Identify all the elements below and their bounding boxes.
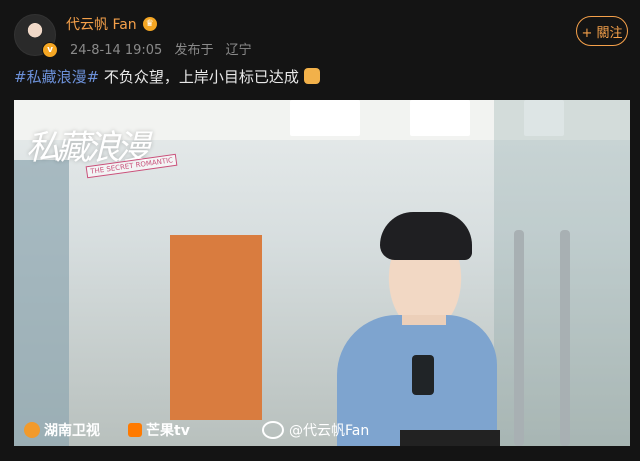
door-handle <box>514 230 524 446</box>
avatar[interactable]: v <box>14 14 58 58</box>
post-body: 不负众望，上岸小目标已达成 <box>99 68 299 86</box>
weibo-icon <box>262 421 284 439</box>
username-label[interactable]: 代云帆 Fan <box>66 14 137 34</box>
post-text: #私藏浪漫# 不负众望，上岸小目标已达成 <box>14 66 320 87</box>
hunan-tv-icon <box>24 422 40 438</box>
image-door <box>14 160 69 446</box>
thumbs-up-emoji-icon <box>303 68 320 84</box>
mango-tv-label: 芒果tv <box>146 423 190 439</box>
location-prefix: 发布于 <box>174 43 214 58</box>
watermark-label: @代云帆Fan <box>289 423 370 439</box>
post-meta: 24-8-14 19:05 发布于 辽宁 <box>70 39 260 58</box>
body-camera-icon <box>412 355 434 395</box>
post-image[interactable]: 私藏浪漫 THE SECRET ROMANTIC 湖南卫视 芒果tv @代云帆F… <box>14 100 630 446</box>
post-location: 辽宁 <box>225 43 252 58</box>
ceiling-light <box>290 100 360 136</box>
hunan-tv-logo: 湖南卫视 <box>24 420 100 440</box>
hashtag-link[interactable]: #私藏浪漫# <box>14 68 99 86</box>
mango-tv-icon <box>128 423 142 437</box>
username[interactable]: 代云帆 Fan ♛ <box>66 14 157 34</box>
follow-label: + 關注 <box>581 25 623 41</box>
crown-badge-icon: ♛ <box>142 17 157 31</box>
post-date: 24-8-14 19:05 <box>70 43 163 58</box>
door-handle <box>560 230 570 446</box>
person-hair <box>380 212 472 260</box>
mango-tv-logo: 芒果tv <box>128 420 190 440</box>
weibo-watermark: @代云帆Fan <box>262 420 369 440</box>
follow-button[interactable]: + 關注 <box>576 16 628 46</box>
image-orange-cabinet <box>170 235 262 420</box>
ceiling-light <box>410 100 470 136</box>
verified-badge-icon: v <box>42 42 58 58</box>
person-belt <box>400 430 500 446</box>
hunan-tv-label: 湖南卫视 <box>44 423 100 439</box>
